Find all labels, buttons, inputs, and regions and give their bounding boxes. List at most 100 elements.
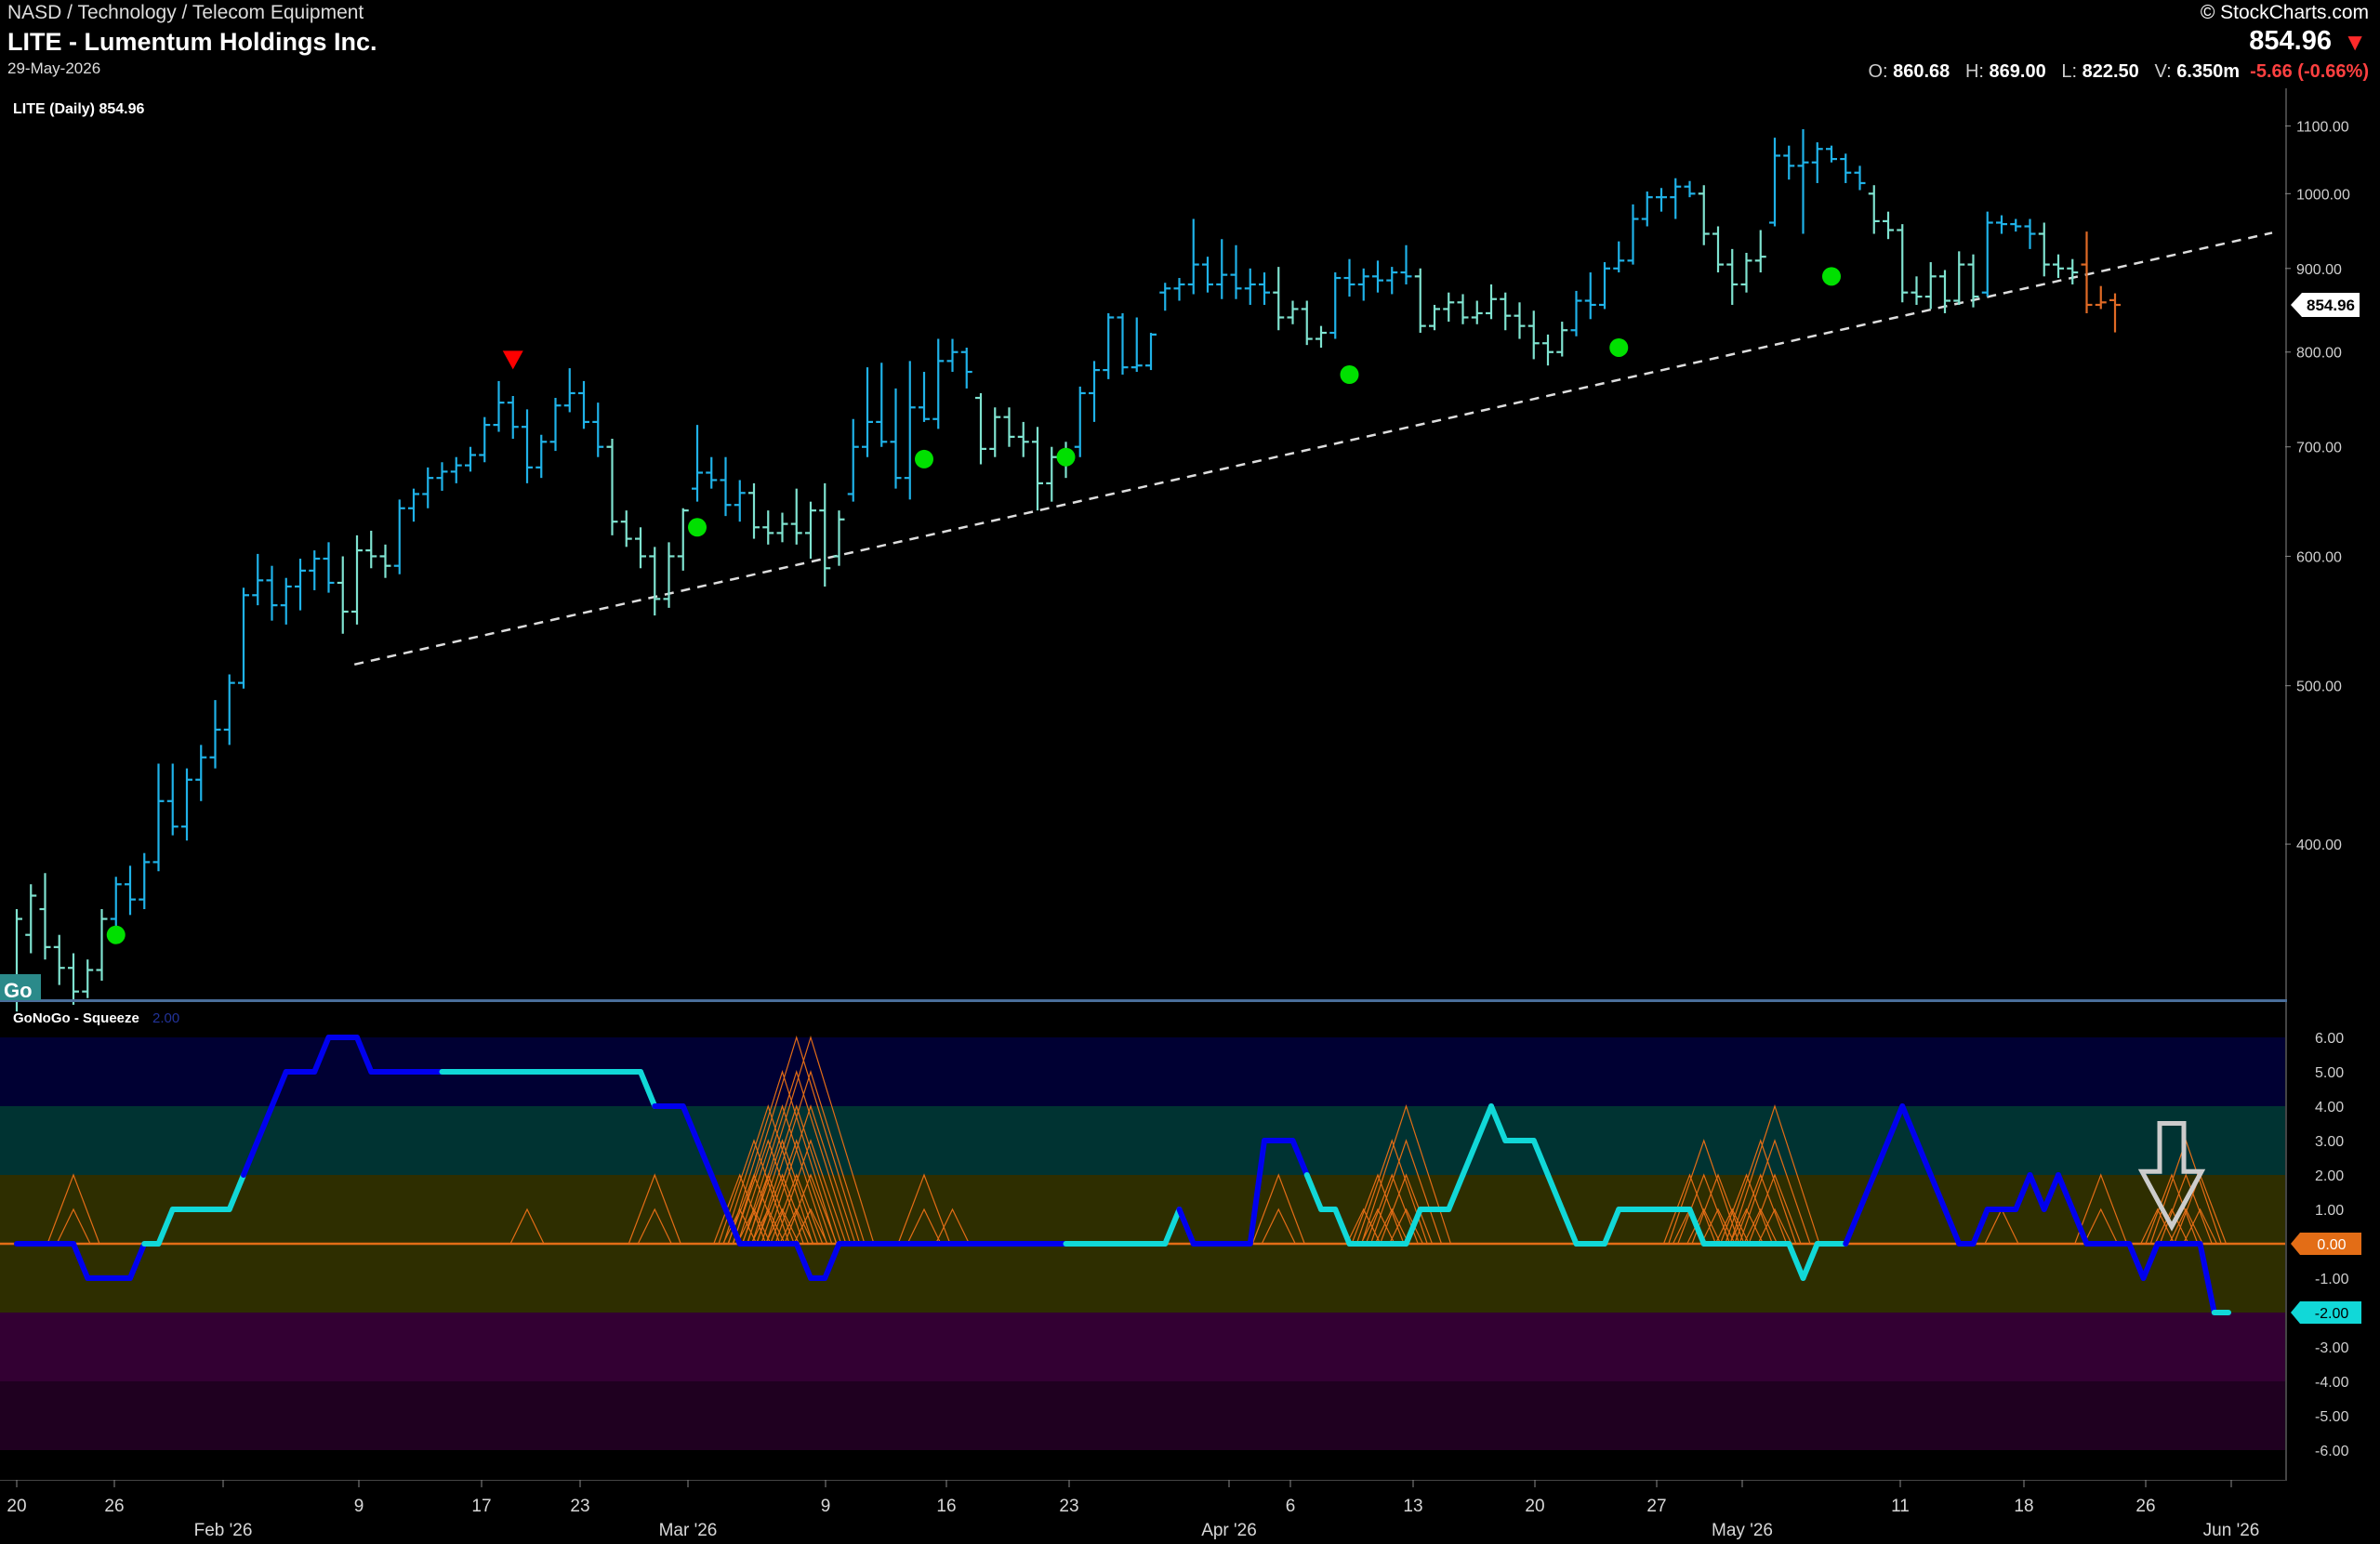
ohlc-bar bbox=[862, 367, 873, 457]
ohlc-bar bbox=[351, 534, 363, 625]
ohlc-bar bbox=[53, 934, 65, 985]
ohlc-bar bbox=[209, 700, 221, 769]
ohlc-bar bbox=[649, 547, 661, 616]
squeeze-panel-legend: GoNoGo - Squeeze bbox=[13, 1010, 139, 1026]
x-axis-line bbox=[0, 1480, 2287, 1481]
go-trend-dot bbox=[106, 925, 126, 944]
date-tick-label: 20 bbox=[1525, 1497, 1544, 1516]
ohlc-bar bbox=[1868, 185, 1880, 234]
ohlc-bar bbox=[2038, 222, 2050, 277]
countertrend-triangle-icon bbox=[502, 350, 523, 370]
ohlc-bar bbox=[450, 456, 462, 483]
ohlc-bar bbox=[1584, 272, 1596, 320]
ohlc-bar bbox=[635, 527, 646, 569]
squeeze-tick-label: -1.00 bbox=[2315, 1272, 2349, 1287]
ohlc-bar bbox=[479, 416, 491, 463]
ohlc-bar bbox=[1032, 427, 1043, 511]
ohlc-bar bbox=[493, 380, 505, 432]
stock-chart[interactable]: 1100.00 1000.00 900.00 800.00 700.00 600.00 50… bbox=[0, 0, 2380, 1544]
date-tick-label: 23 bbox=[1059, 1497, 1078, 1516]
ohlc-bar bbox=[1343, 258, 1355, 297]
ohlc-bar bbox=[1797, 129, 1809, 234]
ohlc-bar bbox=[238, 587, 249, 689]
zero-value-tag-label: 0.00 bbox=[2317, 1237, 2346, 1253]
ohlc-bar bbox=[1230, 244, 1242, 299]
go-trend-dot bbox=[1340, 364, 1359, 384]
price-panel bbox=[11, 129, 2273, 1012]
ohlc-bar bbox=[1726, 248, 1739, 305]
ohlc-bar bbox=[578, 380, 589, 429]
go-trend-dot bbox=[1822, 267, 1841, 286]
ohlc-bar bbox=[677, 508, 689, 571]
ohlc-bar bbox=[1202, 257, 1213, 293]
ohlc-bar bbox=[805, 501, 816, 559]
ohlc-bar bbox=[1471, 300, 1483, 324]
ohlc-bar bbox=[606, 439, 618, 535]
ohlc-bar bbox=[1017, 421, 1029, 457]
ohlc-bar bbox=[790, 488, 802, 545]
ohlc-bar bbox=[1400, 244, 1412, 284]
go-trend-dot bbox=[915, 449, 933, 468]
y-axis-line bbox=[2285, 88, 2287, 1480]
squeeze-legend-value: 2.00 bbox=[152, 1010, 179, 1026]
ohlc-bar bbox=[1656, 188, 1667, 212]
ohlc-bar bbox=[139, 852, 151, 910]
ohlc-bar bbox=[522, 409, 533, 483]
price-tick-label: 1000.00 bbox=[2296, 187, 2350, 203]
ohlc-bar bbox=[720, 456, 732, 517]
ohlc-bar bbox=[295, 558, 306, 611]
ohlc-bar bbox=[1854, 165, 1866, 191]
ohlc-bar bbox=[2081, 231, 2093, 313]
ohlc-bar bbox=[919, 372, 930, 422]
ohlc-bar bbox=[323, 542, 335, 593]
date-tick-label: 17 bbox=[471, 1497, 491, 1516]
ohlc-bar bbox=[1287, 300, 1299, 324]
squeeze-tick-label: 2.00 bbox=[2315, 1168, 2344, 1184]
ohlc-bar bbox=[536, 434, 548, 479]
ohlc-bar bbox=[1386, 267, 1398, 295]
ohlc-bar bbox=[1329, 272, 1342, 339]
date-tick-label: Apr '26 bbox=[1201, 1521, 1257, 1540]
ohlc-bar bbox=[1712, 226, 1724, 273]
squeeze-tick-label: -5.00 bbox=[2315, 1409, 2349, 1425]
go-badge-label: Go bbox=[4, 979, 33, 1002]
squeeze-tick-label: 6.00 bbox=[2315, 1031, 2344, 1047]
ohlc-bar bbox=[620, 510, 632, 548]
ohlc-bar bbox=[2109, 293, 2121, 333]
ohlc-bar bbox=[932, 338, 945, 429]
ohlc-bar bbox=[1556, 322, 1568, 357]
ohlc-bar bbox=[989, 407, 1001, 457]
ohlc-bar bbox=[309, 550, 321, 590]
ohlc-bar bbox=[819, 482, 831, 587]
date-tick-label: May '26 bbox=[1712, 1521, 1773, 1540]
ohlc-bar bbox=[1187, 218, 1199, 295]
ohlc-bar bbox=[1840, 153, 1852, 183]
ohlc-bar bbox=[663, 542, 675, 608]
ohlc-bar bbox=[1981, 211, 1993, 297]
ohlc-bar bbox=[1486, 284, 1497, 320]
ohlc-bar bbox=[1641, 191, 1653, 227]
date-tick-label: 11 bbox=[1891, 1497, 1910, 1516]
date-tick-label: Mar '26 bbox=[659, 1521, 718, 1540]
ohlc-bar bbox=[1273, 267, 1285, 331]
ohlc-bar bbox=[563, 368, 575, 413]
ohlc-bar bbox=[393, 499, 405, 574]
ohlc-bar bbox=[592, 402, 604, 457]
price-tick-label: 600.00 bbox=[2296, 549, 2342, 565]
ohlc-bar bbox=[692, 425, 703, 502]
ohlc-bar bbox=[39, 873, 51, 960]
go-trend-dot bbox=[688, 518, 707, 537]
ohlc-bar bbox=[1826, 145, 1837, 163]
ohlc-bar bbox=[195, 745, 207, 801]
date-tick-label: 18 bbox=[2014, 1497, 2033, 1516]
price-tick-label: 900.00 bbox=[2296, 262, 2342, 278]
ohlc-bar bbox=[96, 909, 108, 981]
ohlc-bar bbox=[1996, 215, 2007, 234]
ohlc-bar bbox=[706, 456, 718, 489]
ohlc-bar bbox=[379, 544, 391, 578]
ohlc-bar bbox=[975, 392, 986, 465]
squeeze-tick-label: 5.00 bbox=[2315, 1065, 2344, 1081]
ohlc-bar bbox=[1173, 278, 1185, 301]
ohlc-bar bbox=[68, 953, 79, 1005]
ohlc-bar bbox=[1754, 230, 1766, 273]
